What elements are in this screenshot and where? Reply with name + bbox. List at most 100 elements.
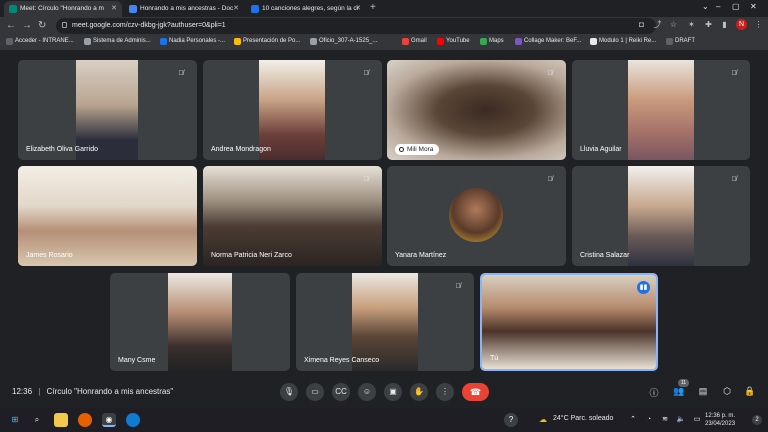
meeting-controls: 12:36 | Círculo "Honrando a mis ancestra…: [0, 376, 768, 408]
mic-off-icon: 🎙̸: [363, 70, 369, 77]
more-options-button[interactable]: ⋮: [436, 383, 454, 401]
download-icon: [310, 38, 317, 45]
close-icon[interactable]: ✕: [355, 4, 361, 12]
tab-docs[interactable]: Honrando a mis ancestras - Doc ✕: [124, 1, 244, 17]
participant-name: Many Csme: [118, 357, 156, 364]
bookmark-item[interactable]: Collage Maker: BeF...: [515, 38, 581, 45]
host-controls-icon[interactable]: 🔒: [744, 386, 756, 397]
participant-tile[interactable]: 🎙̸ Elizabeth Oliva Garrido: [18, 60, 197, 160]
chat-icon[interactable]: ▤: [697, 386, 709, 397]
bookmark-icon: [590, 38, 597, 45]
bookmark-star-icon[interactable]: ☆: [669, 20, 678, 29]
tab-title: Honrando a mis ancestras - Doc: [140, 5, 234, 12]
tab-songs[interactable]: 10 canciones alegres, según la ci ✕: [246, 1, 366, 17]
bookmark-item[interactable]: Nadia Personales -...: [160, 38, 225, 45]
clock[interactable]: 12:36 p. m. 23/04/2023: [705, 412, 735, 428]
self-view-tile[interactable]: ▮▮ Tú: [480, 273, 658, 371]
minimize-icon[interactable]: –: [716, 2, 720, 11]
notification-badge[interactable]: 2: [752, 415, 762, 425]
profile-avatar[interactable]: N: [736, 19, 747, 30]
help-icon[interactable]: ?: [504, 413, 518, 427]
raise-hand-button[interactable]: ✋: [410, 383, 428, 401]
participant-name: Ximena Reyes Canseco: [304, 357, 380, 364]
video-feed: [259, 60, 325, 160]
browser-chrome: Meet: Círculo "Honrando a m ✕ Honrando a…: [0, 0, 768, 50]
window-close-icon[interactable]: ✕: [750, 2, 757, 11]
firefox-icon[interactable]: [78, 413, 92, 427]
bookmark-icon: [84, 38, 91, 45]
info-icon[interactable]: ⓘ: [648, 386, 660, 399]
participant-tile[interactable]: 🎙̸ Norma Patricia Neri Zarco: [203, 166, 382, 266]
meeting-grid: 🎙̸ Elizabeth Oliva Garrido 🎙̸ Andrea Mon…: [0, 50, 768, 376]
bookmark-item[interactable]: DRAFT: [666, 38, 695, 45]
tab-title: Meet: Círculo "Honrando a m: [20, 5, 104, 12]
puzzle-icon[interactable]: ✚: [704, 20, 713, 29]
volume-icon[interactable]: 🔈: [674, 413, 688, 427]
video-feed: [18, 166, 197, 266]
participant-tile[interactable]: 🎙̸ Andrea Mondragon: [203, 60, 382, 160]
present-button[interactable]: ▣: [384, 383, 402, 401]
menu-kebab-icon[interactable]: ⋮: [754, 20, 763, 29]
activities-icon[interactable]: ⬡: [721, 386, 733, 397]
close-icon[interactable]: ✕: [111, 4, 117, 12]
pin-icon: [399, 147, 404, 152]
sidebar-icon[interactable]: ▮: [720, 20, 729, 29]
participant-tile[interactable]: 🎙̸ James Rosario: [18, 166, 197, 266]
mic-off-icon: 🎙̸: [547, 70, 553, 77]
address-bar[interactable]: meet.google.com/czv-dkbg-jgk?authuser=0&…: [56, 18, 656, 34]
battery-icon[interactable]: ▭: [690, 413, 704, 427]
participant-tile[interactable]: 🎙̸ Lluvia Aguilar: [572, 60, 750, 160]
new-tab-icon[interactable]: +: [370, 2, 376, 13]
back-icon[interactable]: ←: [6, 20, 16, 31]
edge-icon[interactable]: [126, 413, 140, 427]
tray-chevron-icon[interactable]: ⌃: [626, 413, 640, 427]
windows-start-icon[interactable]: ⊞: [8, 413, 22, 427]
leave-call-button[interactable]: ☎: [462, 383, 489, 401]
captions-button[interactable]: CC: [332, 383, 350, 401]
participant-tile[interactable]: 🎙̸ Mili Mora: [387, 60, 566, 160]
participant-tile[interactable]: 🎙̸ Cristina Salazar: [572, 166, 750, 266]
forward-icon[interactable]: →: [22, 20, 32, 31]
maximize-icon[interactable]: ▢: [732, 2, 740, 11]
site-favicon-icon: [251, 5, 259, 13]
bookmark-icon: [160, 38, 167, 45]
search-icon[interactable]: ⌕: [30, 413, 44, 427]
file-explorer-icon[interactable]: [54, 413, 68, 427]
network-icon[interactable]: ◔: [642, 413, 656, 427]
bookmark-item[interactable]: Acceder - INTRANE...: [6, 38, 74, 45]
share-icon[interactable]: ⤴: [653, 20, 662, 29]
participant-tile[interactable]: 🎙̸ Ximena Reyes Canseco: [296, 273, 474, 371]
maps-icon: [480, 38, 487, 45]
os-taskbar: ⊞ ⌕ ◉ ? ☁ 24°C Parc. soleado ⌃ ◔ ≋ 🔈 ▭ 1…: [0, 408, 768, 432]
mic-off-icon: 🎙̸: [547, 176, 553, 183]
lock-icon: [62, 22, 67, 28]
camera-icon[interactable]: ◘: [637, 20, 646, 29]
close-icon[interactable]: ✕: [233, 4, 239, 12]
reload-icon[interactable]: ↻: [38, 20, 46, 31]
people-icon[interactable]: 👥: [673, 386, 685, 397]
participant-name: Yanara Martínez: [395, 252, 447, 259]
bookmark-item[interactable]: Gmail: [402, 38, 427, 45]
wifi-icon[interactable]: ≋: [658, 413, 672, 427]
bookmark-icon: [6, 38, 13, 45]
chrome-taskbar-icon[interactable]: ◉: [102, 413, 116, 427]
bookmark-item[interactable]: Maps: [480, 38, 504, 45]
reactions-button[interactable]: ☺: [358, 383, 376, 401]
participant-tile[interactable]: Many Csme: [110, 273, 290, 371]
video-feed: [76, 60, 138, 160]
mic-off-icon: 🎙̸: [178, 176, 184, 183]
bookmark-item[interactable]: Sistema de Adminis...: [84, 38, 151, 45]
tab-meet[interactable]: Meet: Círculo "Honrando a m ✕: [4, 1, 122, 17]
participant-tile[interactable]: 🎙̸ Yanara Martínez: [387, 166, 566, 266]
camera-button[interactable]: ▭: [306, 383, 324, 401]
bookmark-item[interactable]: Presentación de Po...: [234, 38, 300, 45]
weather-text[interactable]: 24°C Parc. soleado: [553, 415, 613, 422]
participant-name: Lluvia Aguilar: [580, 146, 622, 153]
bookmark-item[interactable]: Oficio_307-A-1525_...: [310, 38, 377, 45]
bookmark-item[interactable]: Modulo 1 | Reiki Re...: [590, 38, 656, 45]
extension-icon[interactable]: ✶: [687, 20, 696, 29]
tab-search-icon[interactable]: ⌄: [702, 2, 709, 11]
folder-icon: [666, 38, 673, 45]
bookmark-item[interactable]: YouTube: [437, 38, 470, 45]
mic-button[interactable]: 🎙: [280, 383, 298, 401]
